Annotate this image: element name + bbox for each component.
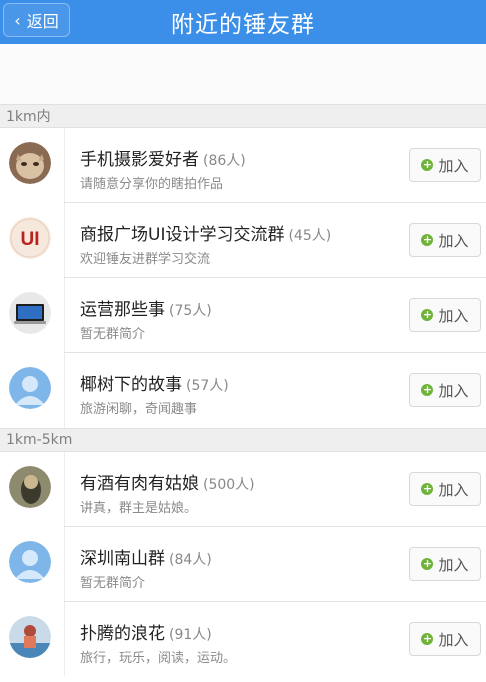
- join-label: 加入: [438, 480, 469, 499]
- group-member-count: (84人): [169, 552, 212, 568]
- group-name: 椰树下的故事: [80, 375, 182, 395]
- row-divider: [64, 353, 65, 428]
- group-description: 请随意分享你的瞎拍作品: [80, 177, 224, 192]
- plus-icon: +: [421, 233, 434, 246]
- plus-icon: +: [421, 557, 434, 570]
- bottom-strip: [0, 676, 486, 682]
- group-avatar-icon: [9, 466, 51, 508]
- group-member-count: (57人): [186, 378, 229, 394]
- join-label: 加入: [438, 156, 469, 175]
- section-header-1km: 1km内: [0, 104, 486, 128]
- group-row[interactable]: 椰树下的故事 (57人) 旅游闲聊，奇闻趣事 + 加入: [0, 353, 486, 428]
- row-divider: [64, 452, 65, 527]
- default-avatar-icon: [9, 541, 51, 583]
- group-description: 暂无群简介: [80, 327, 146, 342]
- join-button[interactable]: + 加入: [409, 223, 481, 257]
- plus-icon: +: [421, 632, 434, 645]
- plus-icon: +: [421, 482, 434, 495]
- row-divider: [64, 128, 65, 203]
- join-button[interactable]: + 加入: [409, 472, 481, 506]
- group-member-count: (75人): [169, 303, 212, 319]
- default-avatar-icon: [9, 367, 51, 409]
- join-label: 加入: [438, 306, 469, 325]
- group-member-count: (86人): [203, 153, 246, 169]
- group-avatar-icon: [9, 292, 51, 334]
- group-description: 旅行，玩乐，阅读，运动。: [80, 651, 237, 666]
- row-divider: [64, 602, 65, 677]
- section-label: 1km内: [6, 109, 51, 125]
- row-divider: [64, 527, 65, 602]
- group-avatar-icon: UI: [9, 217, 51, 259]
- group-row[interactable]: 运营那些事 (75人) 暂无群简介 + 加入: [0, 278, 486, 353]
- plus-icon: +: [421, 158, 434, 171]
- group-avatar-icon: [9, 616, 51, 658]
- back-button[interactable]: ‹ 返回: [3, 3, 70, 37]
- join-button[interactable]: + 加入: [409, 622, 481, 656]
- join-label: 加入: [438, 630, 469, 649]
- group-description: 欢迎锤友进群学习交流: [80, 252, 211, 267]
- group-description: 旅游闲聊，奇闻趣事: [80, 402, 198, 417]
- group-row[interactable]: 手机摄影爱好者 (86人) 请随意分享你的瞎拍作品 + 加入: [0, 128, 486, 203]
- row-divider: [64, 203, 65, 278]
- group-name: 手机摄影爱好者: [80, 150, 199, 170]
- group-row[interactable]: 有酒有肉有姑娘 (500人) 讲真，群主是姑娘。 + 加入: [0, 452, 486, 527]
- section-label: 1km-5km: [6, 432, 73, 448]
- join-button[interactable]: + 加入: [409, 547, 481, 581]
- back-label: 返回: [26, 12, 59, 31]
- join-button[interactable]: + 加入: [409, 148, 481, 182]
- header-spacer: [0, 44, 486, 104]
- join-label: 加入: [438, 555, 469, 574]
- group-row[interactable]: 深圳南山群 (84人) 暂无群简介 + 加入: [0, 527, 486, 602]
- group-member-count: (91人): [169, 627, 212, 643]
- join-label: 加入: [438, 381, 469, 400]
- group-avatar-icon: [9, 142, 51, 184]
- group-description: 暂无群简介: [80, 576, 146, 591]
- group-member-count: (45人): [288, 228, 332, 244]
- group-name: 深圳南山群: [80, 549, 165, 569]
- join-label: 加入: [438, 231, 469, 250]
- chevron-left-icon: ‹: [14, 10, 21, 30]
- group-member-count: (500人): [203, 477, 255, 493]
- group-name: 有酒有肉有姑娘: [80, 474, 199, 494]
- top-bar: 附近的锤友群 ‹ 返回: [0, 0, 486, 44]
- group-name: 运营那些事: [80, 300, 165, 320]
- ui-avatar-text: UI: [21, 229, 40, 250]
- group-row[interactable]: 扑腾的浪花 (91人) 旅行，玩乐，阅读，运动。 + 加入: [0, 602, 486, 677]
- page-title: 附近的锤友群: [171, 12, 315, 38]
- plus-icon: +: [421, 308, 434, 321]
- section-header-1km-5km: 1km-5km: [0, 428, 486, 452]
- plus-icon: +: [421, 383, 434, 396]
- join-button[interactable]: + 加入: [409, 298, 481, 332]
- group-row[interactable]: UI 商报广场UI设计学习交流群 (45人) 欢迎锤友进群学习交流 + 加入: [0, 203, 486, 278]
- row-divider: [64, 278, 65, 353]
- group-name: 商报广场UI设计学习交流群: [80, 225, 285, 245]
- group-name: 扑腾的浪花: [80, 624, 165, 644]
- group-description: 讲真，群主是姑娘。: [80, 501, 198, 516]
- join-button[interactable]: + 加入: [409, 373, 481, 407]
